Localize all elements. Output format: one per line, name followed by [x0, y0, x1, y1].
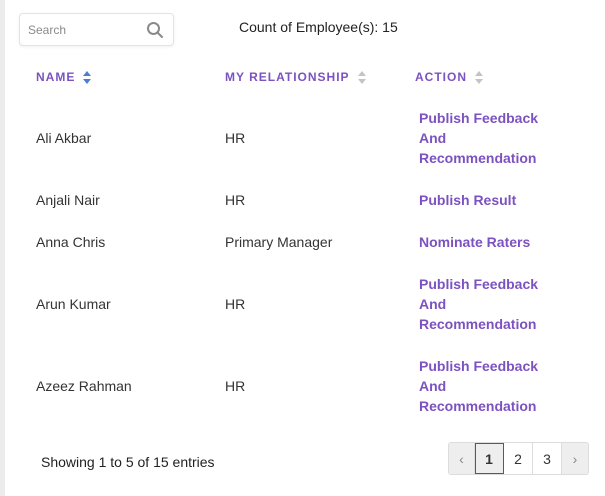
relationship: HR	[225, 130, 246, 146]
action-link-text: Recommendation	[419, 316, 537, 332]
table-row: Anjali Nair HR Publish Result	[0, 190, 605, 210]
action-link-text: And	[419, 130, 447, 146]
employee-count: Count of Employee(s): 15	[239, 19, 398, 35]
relationship: HR	[225, 378, 246, 394]
pagination: ‹ 1 2 3 ›	[448, 442, 589, 475]
table-row: Azeez Rahman HR Publish Feedback And Rec…	[0, 356, 605, 416]
table-row: Arun Kumar HR Publish Feedback And Recom…	[0, 274, 605, 334]
employee-name: Azeez Rahman	[36, 378, 132, 394]
relationship: Primary Manager	[225, 234, 333, 250]
action-link-nominate-raters[interactable]: Nominate Raters	[419, 232, 559, 252]
action-link-publish-result[interactable]: Publish Result	[419, 190, 559, 210]
action-link-text: Recommendation	[419, 398, 537, 414]
search-input[interactable]	[28, 21, 138, 39]
column-header-relationship[interactable]: MY RELATIONSHIP	[225, 70, 366, 84]
page-button-2[interactable]: 2	[504, 443, 533, 474]
relationship: HR	[225, 296, 246, 312]
column-header-action[interactable]: ACTION	[415, 70, 483, 84]
employee-name: Anna Chris	[36, 234, 106, 250]
sort-icon[interactable]	[357, 70, 366, 84]
action-link-publish-feedback[interactable]: Publish Feedback And Recommendation	[419, 356, 559, 416]
action-link-text: Recommendation	[419, 150, 537, 166]
sort-icon[interactable]	[475, 70, 483, 84]
action-link-publish-feedback[interactable]: Publish Feedback And Recommendation	[419, 108, 559, 168]
search-icon[interactable]	[146, 21, 164, 39]
relationship: HR	[225, 192, 246, 208]
page-button-1[interactable]: 1	[475, 443, 504, 474]
table-row: Ali Akbar HR Publish Feedback And Recomm…	[0, 108, 605, 168]
previous-page-button[interactable]: ‹	[449, 443, 475, 474]
table-row: Anna Chris Primary Manager Nominate Rate…	[0, 232, 605, 252]
action-link-publish-feedback[interactable]: Publish Feedback And Recommendation	[419, 274, 559, 334]
column-header-label: ACTION	[415, 70, 467, 84]
column-header-name[interactable]: NAME	[36, 70, 92, 84]
employee-name: Arun Kumar	[36, 296, 111, 312]
next-page-button[interactable]: ›	[562, 443, 588, 474]
action-link-text: Nominate Raters	[419, 234, 531, 250]
employee-name: Anjali Nair	[36, 192, 100, 208]
employee-name: Ali Akbar	[36, 130, 92, 146]
action-link-text: Publish Feedback	[419, 276, 539, 292]
action-link-text: Publish Result	[419, 192, 517, 208]
pagination-info: Showing 1 to 5 of 15 entries	[41, 454, 215, 470]
page-button-3[interactable]: 3	[533, 443, 562, 474]
action-link-text: Publish Feedback	[419, 358, 539, 374]
column-header-label: NAME	[36, 70, 76, 84]
action-link-text: And	[419, 296, 447, 312]
action-link-text: And	[419, 378, 447, 394]
column-header-label: MY RELATIONSHIP	[225, 70, 350, 84]
sort-icon[interactable]	[83, 70, 92, 84]
action-link-text: Publish Feedback	[419, 110, 539, 126]
search-box[interactable]	[19, 13, 174, 46]
